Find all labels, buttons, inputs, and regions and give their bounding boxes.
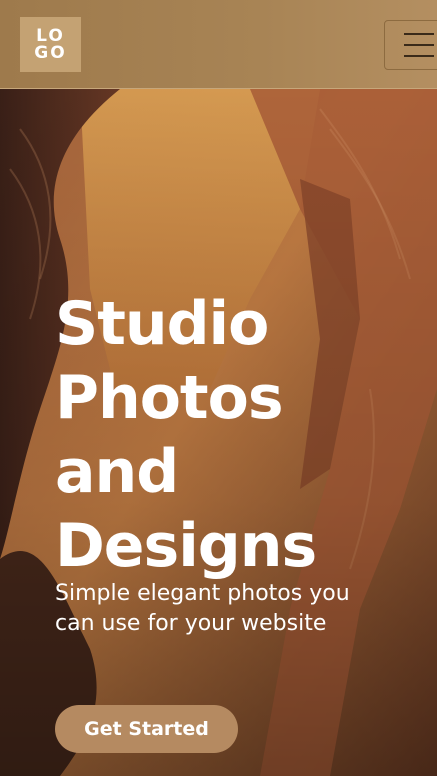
hamburger-menu-icon-bar bbox=[404, 55, 434, 57]
logo[interactable]: LO GO bbox=[20, 17, 81, 72]
hamburger-menu-icon bbox=[404, 33, 434, 35]
hero-title-line: Designs bbox=[55, 511, 317, 581]
hero-title-line: Studio bbox=[55, 289, 269, 359]
site-header: LO GO bbox=[0, 0, 437, 89]
hamburger-menu-button[interactable] bbox=[384, 20, 437, 70]
get-started-button[interactable]: Get Started bbox=[55, 705, 238, 753]
hero-section: Studio Photos and Designs Simple elegant… bbox=[0, 89, 437, 776]
logo-line-2: GO bbox=[34, 42, 67, 63]
page: LO GO Studio Photos and Designs Simple e… bbox=[0, 0, 437, 776]
hero-title: Studio Photos and Designs bbox=[55, 287, 415, 583]
hamburger-menu-icon-bar bbox=[404, 44, 434, 46]
hero-title-line: Photos bbox=[55, 363, 284, 433]
hero-subtitle: Simple elegant photos you can use for yo… bbox=[55, 581, 350, 636]
hero-title-line: and bbox=[55, 437, 179, 507]
logo-line-1: LO bbox=[36, 25, 65, 46]
